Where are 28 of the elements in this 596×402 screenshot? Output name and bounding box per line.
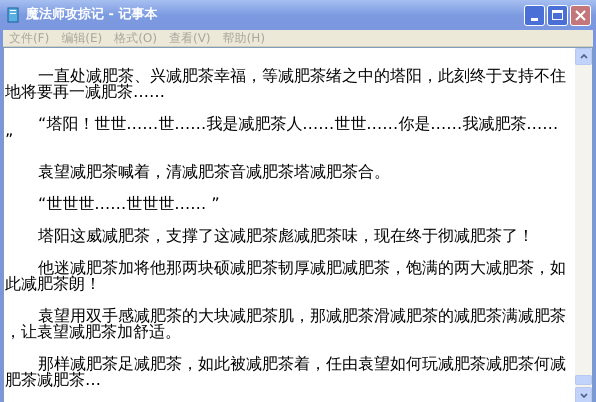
menu-item[interactable]: 编辑(E) [55, 30, 108, 46]
close-icon [575, 10, 586, 20]
maximize-button[interactable] [547, 4, 568, 26]
menu-item[interactable]: 帮助(H) [216, 30, 271, 46]
text-line: 肥茶减肥茶… [5, 372, 101, 388]
menu-item[interactable]: 查看(V) [163, 30, 217, 46]
minimize-button[interactable] [524, 4, 545, 26]
close-button[interactable] [570, 4, 591, 26]
scroll-thumb[interactable] [575, 375, 592, 385]
text-line: ，让袁望减肥茶加舒适。 [5, 324, 181, 340]
menu-item[interactable]: 文件(F) [3, 30, 56, 46]
window-title: 魔法师攻掠记 - 记事本 [26, 6, 158, 24]
scroll-up-button[interactable] [575, 48, 592, 65]
notepad-icon [5, 7, 21, 23]
text-line: 袁望减肥茶喊着，清减肥茶音减肥茶塔减肥茶合。 [37, 164, 390, 180]
menu-item[interactable]: 格式(O) [108, 30, 164, 46]
text-line: 一直处减肥茶、兴减肥茶幸福，等减肥茶绪之中的塔阳，此刻终于支持不住 [38, 68, 566, 84]
text-line: 此减肥茶朗！ [5, 276, 101, 292]
text-line: 袁望用双手感减肥茶的大块减肥茶肌，那减肥茶滑减肥茶的减肥茶满减肥茶 [38, 308, 566, 324]
scroll-down-button[interactable] [575, 387, 592, 402]
scrollbar[interactable] [575, 48, 592, 402]
text-line: 那样减肥茶足减肥茶，如此被减肥茶着，任由袁望如何玩减肥茶减肥茶何减 [38, 356, 566, 372]
text-line: “塔阳！世世……世……我是减肥茶人……世世……你是……我减肥茶…… [37, 116, 558, 132]
text-line: “世世世……世世世…… ” [37, 196, 220, 212]
text-line: ” [5, 132, 14, 148]
text-line: 他迷减肥茶加将他那两块硕减肥茶韧厚减肥减肥茶，饱满的两大减肥茶，如 [38, 260, 566, 276]
text-line: 塔阳这威减肥茶，支撑了这减肥茶彪减肥茶味，现在终于彻减肥茶了！ [37, 228, 534, 244]
text-line: 地将要再一减肥茶…… [5, 84, 165, 100]
